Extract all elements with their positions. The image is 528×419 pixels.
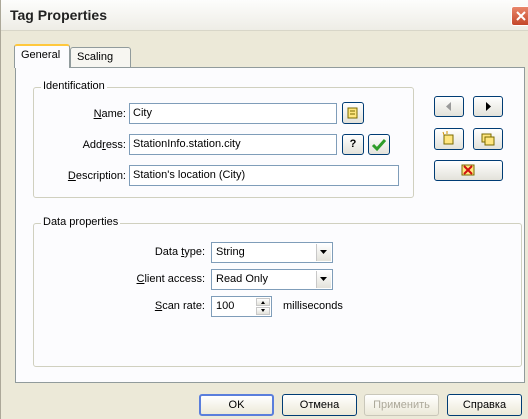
tab-general[interactable]: General [14, 44, 70, 68]
title-bar: Tag Properties [1, 0, 528, 31]
client-access-dropdown-button[interactable] [316, 271, 331, 288]
ok-button[interactable]: OK [199, 394, 274, 416]
address-field[interactable]: StationInfo.station.city [129, 134, 337, 155]
client-access-label: Client access: [136, 273, 205, 285]
copy-tag-button[interactable] [473, 128, 503, 150]
identification-group: Identification Name: City Address: Stati… [33, 80, 414, 198]
name-browse-button[interactable] [342, 102, 364, 124]
scroll-icon [347, 107, 358, 119]
data-properties-legend: Data properties [41, 216, 121, 228]
identification-legend: Identification [41, 80, 107, 92]
tag-properties-dialog: Tag Properties General Scaling Identific… [0, 0, 528, 419]
tab-scaling-label: Scaling [77, 51, 114, 63]
checkmark-icon [371, 139, 387, 152]
spin-up-button[interactable] [256, 298, 270, 306]
data-properties-group: Data properties Data type: String Client… [33, 216, 522, 367]
address-browse-button[interactable]: ? [342, 134, 364, 155]
tab-scaling[interactable]: Scaling [70, 47, 131, 67]
chevron-down-icon [320, 277, 327, 281]
description-label: Description: [67, 170, 126, 182]
arrow-left-icon [446, 102, 451, 111]
new-tag-icon [442, 131, 454, 145]
arrow-right-icon [486, 102, 491, 111]
chevron-down-icon [320, 250, 327, 254]
tab-general-label: General [21, 49, 61, 61]
scan-rate-unit: milliseconds [283, 300, 343, 312]
name-label: Name: [93, 108, 126, 120]
scan-rate-spin-buttons [256, 298, 270, 315]
delete-tag-button[interactable] [434, 160, 503, 181]
name-field[interactable]: City [129, 103, 337, 124]
general-tab-panel: Identification Name: City Address: Stati… [15, 67, 525, 383]
data-type-dropdown-button[interactable] [316, 244, 331, 261]
cancel-button[interactable]: Отмена [282, 394, 357, 416]
description-field[interactable]: Station's location (City) [129, 165, 399, 186]
spin-down-button[interactable] [256, 307, 270, 315]
scan-rate-value: 100 [216, 300, 235, 312]
close-button[interactable] [511, 6, 528, 26]
copy-tag-icon [481, 133, 495, 146]
help-button[interactable]: Справка [447, 394, 522, 416]
data-type-value: String [216, 246, 245, 258]
scan-rate-label: Scan rate: [154, 300, 205, 312]
delete-tag-icon [461, 164, 475, 176]
data-type-label: Data type: [154, 246, 205, 258]
scan-rate-stepper[interactable]: 100 [211, 296, 272, 317]
data-type-select[interactable]: String [211, 242, 333, 263]
address-verify-button[interactable] [368, 134, 390, 155]
new-tag-button[interactable] [434, 128, 464, 150]
client-access-select[interactable]: Read Only [211, 269, 333, 290]
previous-tag-button[interactable] [434, 96, 464, 117]
apply-button[interactable]: Применить [364, 394, 439, 416]
spin-up-icon [261, 301, 265, 304]
window-title: Tag Properties [10, 7, 107, 23]
close-icon [516, 11, 526, 21]
client-access-value: Read Only [216, 273, 268, 285]
address-label: Address: [82, 139, 126, 151]
spin-down-icon [261, 309, 265, 312]
next-tag-button[interactable] [473, 96, 503, 117]
